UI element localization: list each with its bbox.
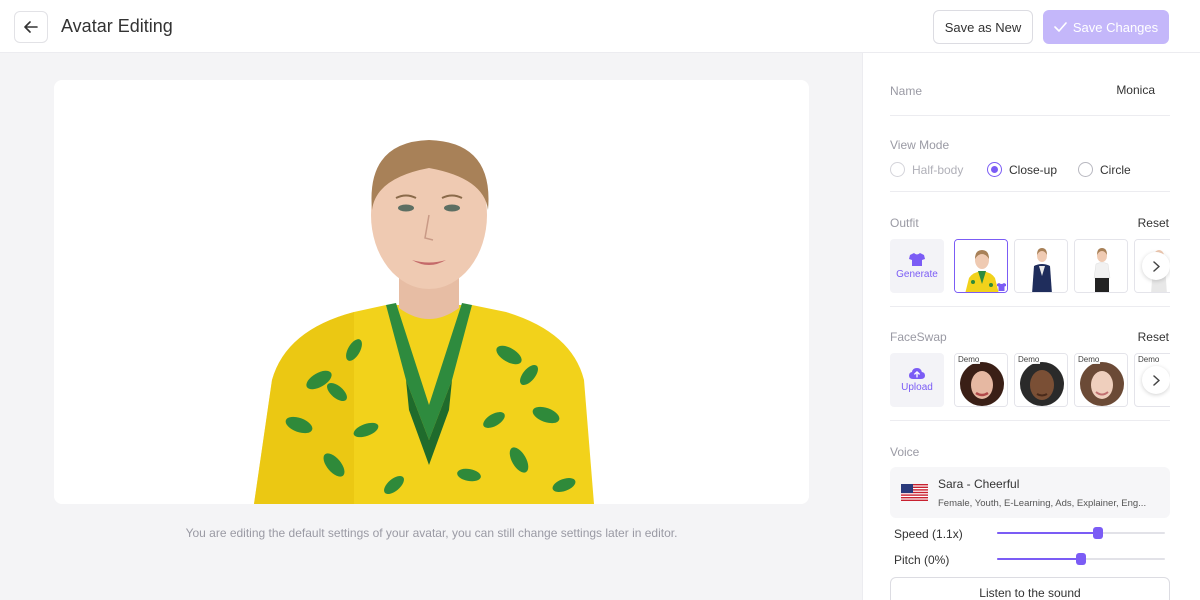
divider <box>890 420 1170 421</box>
check-icon <box>1054 22 1067 32</box>
outfit-list: Generate <box>890 239 1170 293</box>
selected-badge-icon <box>997 283 1006 291</box>
name-label: Name <box>890 84 923 98</box>
tshirt-icon <box>909 252 925 266</box>
demo-tag: Demo <box>957 355 981 364</box>
settings-panel: Name Monica View Mode Half-body Close-up… <box>862 53 1200 600</box>
divider <box>890 191 1170 192</box>
cloud-upload-icon <box>909 368 925 379</box>
demo-tag: Demo <box>1077 355 1101 364</box>
radio-circle <box>890 162 905 177</box>
back-button[interactable] <box>14 11 48 43</box>
outfit-image <box>1075 240 1127 292</box>
voice-name: Sara - Cheerful <box>938 477 1020 491</box>
face-thumbnail[interactable]: Demo <box>1074 353 1128 407</box>
outfit-label: Outfit <box>890 216 919 230</box>
outfit-next-button[interactable] <box>1142 252 1170 280</box>
editor-hint-text: You are editing the default settings of … <box>185 526 678 540</box>
save-changes-label: Save Changes <box>1072 19 1159 35</box>
page-title: Avatar Editing <box>61 16 173 36</box>
voice-label: Voice <box>890 445 920 459</box>
faceswap-next-button[interactable] <box>1142 366 1170 394</box>
view-mode-label: View Mode <box>890 138 950 152</box>
radio-label: Half-body <box>912 162 964 177</box>
faceswap-label: FaceSwap <box>890 330 947 344</box>
speed-label: Speed (1.1x) <box>894 527 963 541</box>
view-mode-close-up[interactable]: Close-up <box>987 162 1057 177</box>
avatar-preview-image <box>254 140 594 504</box>
us-flag-icon <box>901 484 928 501</box>
radio-label: Close-up <box>1009 162 1058 177</box>
face-thumbnail[interactable]: Demo <box>1014 353 1068 407</box>
speed-slider[interactable] <box>997 526 1165 540</box>
divider <box>890 115 1170 116</box>
save-as-new-button[interactable]: Save as New <box>933 10 1033 44</box>
voice-selector[interactable]: Sara - Cheerful Female, Youth, E-Learnin… <box>890 467 1170 518</box>
chevron-right-icon <box>1152 374 1160 386</box>
face-thumbnail[interactable]: Demo <box>954 353 1008 407</box>
top-bar: Avatar Editing Save as New Save Changes <box>0 0 1200 53</box>
slider-fill <box>997 558 1081 560</box>
generate-outfit-button[interactable]: Generate <box>890 239 944 293</box>
name-value[interactable]: Monica <box>1116 83 1155 97</box>
upload-label: Upload <box>901 382 933 393</box>
outfit-thumbnail-kimono[interactable] <box>954 239 1008 293</box>
outfit-image <box>1015 240 1067 292</box>
demo-tag: Demo <box>1017 355 1041 364</box>
view-mode-circle[interactable]: Circle <box>1078 162 1131 177</box>
voice-description: Female, Youth, E-Learning, Ads, Explaine… <box>938 498 1147 509</box>
outfit-reset-link[interactable]: Reset <box>1138 216 1169 230</box>
chevron-right-icon <box>1152 260 1160 272</box>
pitch-label: Pitch (0%) <box>894 553 950 567</box>
arrow-left-icon <box>24 21 38 33</box>
slider-handle[interactable] <box>1092 527 1103 539</box>
faceswap-reset-link[interactable]: Reset <box>1138 330 1169 344</box>
slider-handle[interactable] <box>1076 553 1086 565</box>
radio-circle <box>1078 162 1093 177</box>
save-changes-button[interactable]: Save Changes <box>1043 10 1169 44</box>
upload-face-button[interactable]: Upload <box>890 353 944 407</box>
view-mode-half-body[interactable]: Half-body <box>890 162 963 177</box>
outfit-thumbnail-white-top[interactable] <box>1074 239 1128 293</box>
avatar-canvas <box>54 80 809 504</box>
slider-fill <box>997 532 1098 534</box>
pitch-slider[interactable] <box>997 552 1165 566</box>
radio-circle <box>987 162 1002 177</box>
listen-button[interactable]: Listen to the sound <box>890 577 1170 600</box>
divider <box>890 306 1170 307</box>
faceswap-list: Upload Demo Demo Demo Demo <box>890 353 1170 407</box>
demo-tag: Demo <box>1137 355 1161 364</box>
outfit-thumbnail-blue-suit[interactable] <box>1014 239 1068 293</box>
radio-label: Circle <box>1100 162 1131 177</box>
generate-label: Generate <box>896 268 938 280</box>
